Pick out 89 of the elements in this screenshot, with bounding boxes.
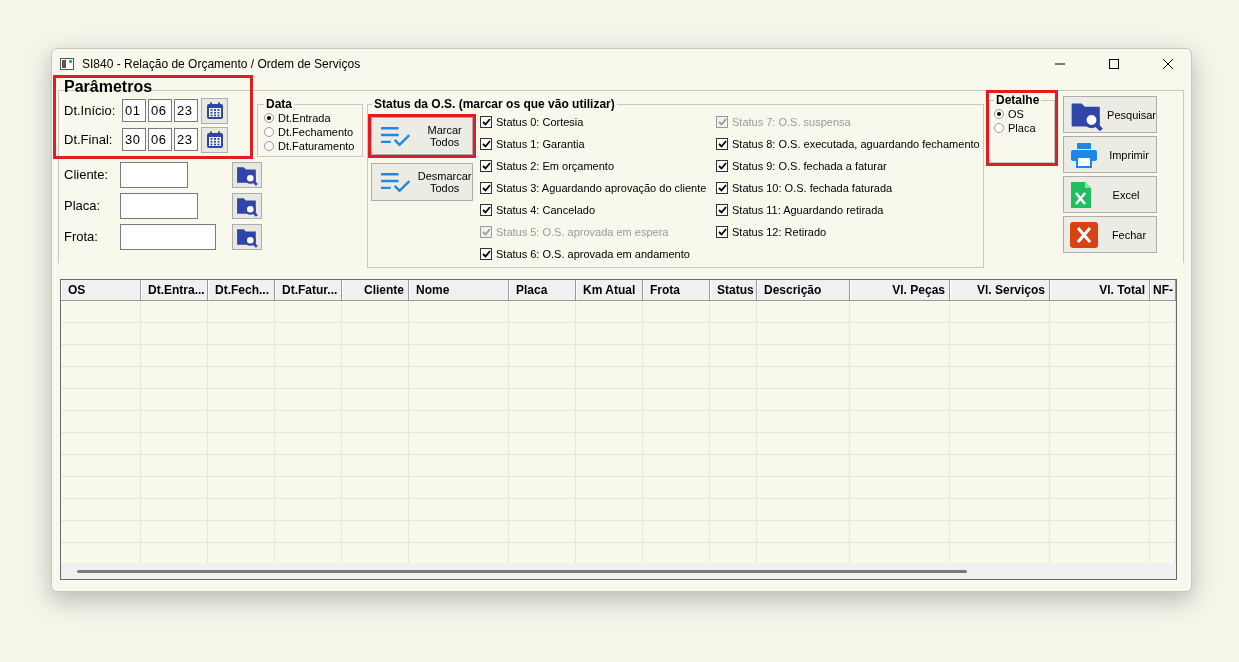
radio-button[interactable] — [264, 113, 274, 123]
input-field[interactable] — [120, 192, 198, 219]
action-button[interactable]: Excel — [1063, 176, 1157, 213]
column-header[interactable]: NF- — [1150, 280, 1176, 300]
radio-button[interactable] — [264, 141, 274, 151]
column-header[interactable]: Vl. Peças — [850, 280, 950, 300]
radio-option[interactable]: Placa — [994, 121, 1050, 135]
checkbox[interactable] — [480, 204, 492, 216]
checkbox-label[interactable]: Status 6: O.S. aprovada em andamento — [496, 248, 690, 260]
search-button[interactable] — [232, 161, 262, 188]
group-title: Data — [265, 97, 293, 111]
maximize-icon — [1109, 59, 1119, 69]
checkbox[interactable] — [716, 226, 728, 238]
column-header[interactable]: OS — [61, 280, 141, 300]
group-title: Detalhe — [995, 93, 1041, 107]
checkbox[interactable] — [480, 182, 492, 194]
action-button[interactable]: Fechar — [1063, 216, 1157, 253]
select-button[interactable]: Desmarcar Todos — [371, 163, 473, 201]
action-button[interactable]: Pesquisar — [1063, 96, 1157, 133]
checkbox[interactable] — [716, 160, 728, 172]
field-label: Dt.Início: — [64, 103, 117, 118]
horizontal-scrollbar[interactable] — [61, 563, 1176, 579]
calendar-icon — [205, 101, 224, 120]
radio-button[interactable] — [264, 127, 274, 137]
column-header[interactable]: Vl. Total — [1050, 280, 1150, 300]
checkbox[interactable] — [480, 248, 492, 260]
checkbox-label[interactable]: Status 4: Cancelado — [496, 204, 596, 216]
month-field[interactable]: 06 — [148, 99, 172, 122]
column-header[interactable]: Km Atual — [576, 280, 643, 300]
spreadsheet-file-icon — [1070, 180, 1092, 209]
search-button[interactable] — [232, 223, 262, 250]
column-header[interactable]: Nome — [409, 280, 509, 300]
column-header[interactable]: Frota — [643, 280, 710, 300]
field-label: Dt.Final: — [64, 132, 114, 147]
column-header[interactable]: Descrição — [757, 280, 850, 300]
checkbox[interactable] — [716, 182, 728, 194]
column-header[interactable]: Cliente — [342, 280, 409, 300]
window-title: SI840 - Relação de Orçamento / Ordem de Serviços — [82, 57, 362, 71]
checkbox-label[interactable]: Status 12: Retirado — [732, 226, 827, 238]
list-check-icon — [380, 171, 412, 193]
column-header[interactable]: Vl. Serviços — [950, 280, 1050, 300]
printer-icon — [1070, 141, 1098, 168]
checkbox[interactable] — [480, 160, 492, 172]
field-label: Placa: — [64, 198, 102, 213]
radio-option[interactable]: OS — [994, 107, 1050, 121]
close-icon — [1163, 59, 1173, 69]
checkbox[interactable] — [716, 204, 728, 216]
select-button[interactable]: Marcar Todos — [371, 117, 473, 155]
checkbox[interactable] — [480, 116, 492, 128]
calendar-icon — [205, 130, 224, 149]
checkbox-label[interactable]: Status 11: Aguardando retirada — [732, 204, 884, 216]
checkbox-label[interactable]: Status 3: Aguardando aprovação do cliente — [496, 182, 707, 194]
column-header[interactable]: Dt.Fech... — [208, 280, 275, 300]
column-header[interactable]: Dt.Fatur... — [275, 280, 342, 300]
year-field[interactable]: 23 — [174, 99, 198, 122]
checkbox-label[interactable]: Status 0: Cortesia — [496, 116, 584, 128]
radio-button[interactable] — [994, 123, 1004, 133]
checkbox[interactable] — [480, 138, 492, 150]
scroll-thumb[interactable] — [77, 569, 967, 573]
day-field[interactable]: 30 — [122, 128, 146, 151]
checkbox-label[interactable]: Status 9: O.S. fechada a faturar — [732, 160, 887, 172]
checkbox-label[interactable]: Status 2: Em orçamento — [496, 160, 614, 172]
checkbox-label[interactable]: Status 10: O.S. fechada faturada — [732, 182, 893, 194]
field-label: Cliente: — [64, 167, 110, 182]
column-header[interactable]: Dt.Entra... — [141, 280, 208, 300]
input-field[interactable] — [120, 161, 188, 188]
radio-option[interactable]: Dt.Faturamento — [264, 139, 356, 153]
field-label: Frota: — [64, 229, 99, 244]
checkbox-label[interactable]: Status 1: Garantia — [496, 138, 585, 150]
calendar-button[interactable] — [201, 126, 228, 153]
search-button[interactable] — [232, 192, 262, 219]
calendar-button[interactable] — [201, 97, 228, 124]
column-header[interactable]: Status — [710, 280, 757, 300]
column-header[interactable]: Placa — [509, 280, 576, 300]
action-button[interactable]: Imprimir — [1063, 136, 1157, 173]
app-icon — [60, 58, 74, 70]
radio-option[interactable]: Dt.Entrada — [264, 111, 356, 125]
day-field[interactable]: 01 — [122, 99, 146, 122]
input-field[interactable] — [120, 223, 216, 250]
list-check-icon — [380, 125, 412, 147]
close-icon — [1070, 221, 1098, 248]
group-title: Parâmetros — [64, 78, 154, 96]
year-field[interactable]: 23 — [174, 128, 198, 151]
checkbox-label[interactable]: Status 8: O.S. executada, aguardando fechamento — [732, 138, 980, 150]
group-title: Status da O.S. (marcar os que vão utilizar) — [373, 97, 616, 111]
radio-button[interactable] — [994, 109, 1004, 119]
checkbox[interactable] — [716, 138, 728, 150]
month-field[interactable]: 06 — [148, 128, 172, 151]
radio-option[interactable]: Dt.Fechamento — [264, 125, 356, 139]
